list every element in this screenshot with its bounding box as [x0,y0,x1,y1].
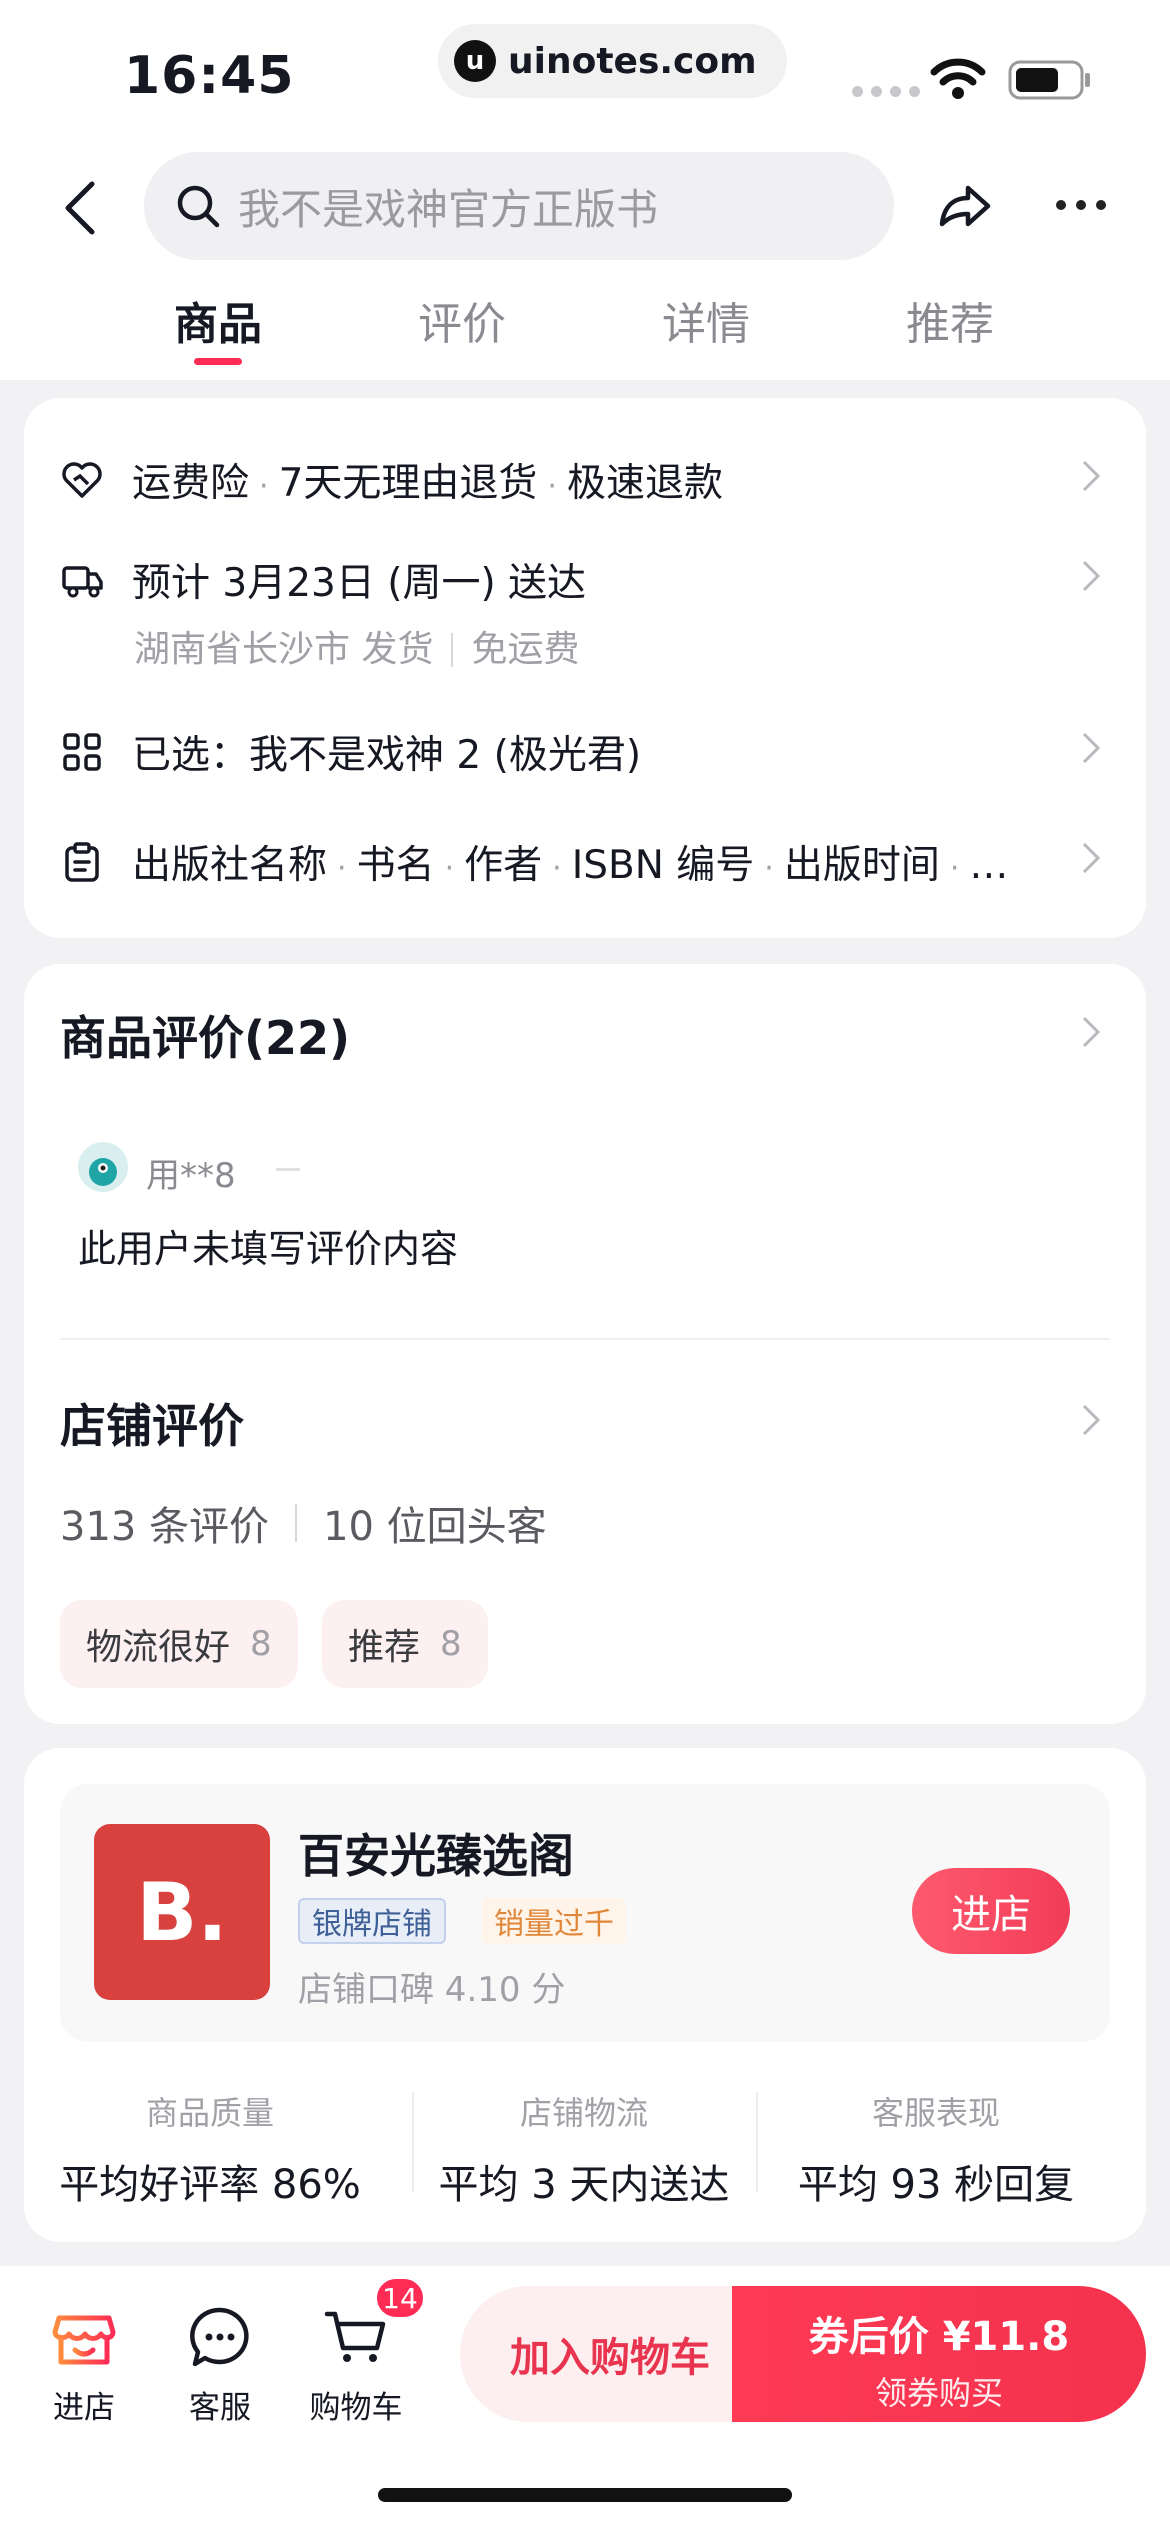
chevron-right-icon [1082,842,1101,874]
shield-heart-icon [62,462,102,498]
ship-info: 湖南省长沙市 发货 免运费 [134,620,579,672]
metric-value: 平均好评率 86% [59,2162,361,2208]
more-icon[interactable] [1056,200,1106,210]
url-text: uinotes.com [508,40,757,82]
param-author: 作者 [464,843,543,888]
guarantee-7day-return: 7天无理由退货 [278,461,538,506]
wifi-icon [930,58,986,99]
store-metric-logistics: 店铺物流 平均 3 天内送达 [414,2088,754,2210]
review-content: 此用户未填写评价内容 [78,1227,459,1271]
buy-now-button[interactable]: 券后价 ¥11.8 领券购买 [732,2286,1146,2422]
metric-value: 平均 3 天内送达 [438,2162,730,2208]
guarantee-row[interactable]: 运费险 · 7天无理由退货 · 极速退款 [60,452,1110,508]
reviews-card: 商品评价(22) 用**8 此用户未填写评价内容 店铺评价 313 条评价 10… [24,964,1146,1724]
add-to-cart-button[interactable]: 加入购物车 [460,2286,760,2422]
review-tag-count: 8 [440,1624,462,1664]
param-publisher: 出版社名称 [132,843,328,888]
param-pub-date: 出版时间 [783,843,940,888]
divider [756,2092,758,2192]
review-username: 用**8 [146,1156,236,1196]
store-rating: 店铺口碑 4.10 分 [298,1970,566,2010]
metric-value: 平均 93 秒回复 [797,2162,1075,2208]
params-row[interactable]: 出版社名称 · 书名 · 作者 · ISBN 编号 · 出版时间 ·… [60,834,1036,890]
review-tag-count: 8 [250,1624,272,1664]
store-header[interactable]: B. 百安光臻选阁 银牌店铺 销量过千 店铺口碑 4.10 分 进店 [60,1784,1110,2042]
delivery-row[interactable]: 预计 3月23日 (周一) 送达 [60,552,1110,608]
tab-product[interactable]: 商品 [148,288,288,352]
product-reviews-title[interactable]: 商品评价(22) [60,1002,350,1068]
coupon-price: 券后价 ¥11.8 [808,2314,1070,2360]
divider [60,1338,1110,1340]
chevron-right-icon [1082,732,1101,764]
chevron-right-icon[interactable] [1080,1402,1102,1438]
status-bar: 16:45 u uinotes.com [0,0,1170,140]
shop-nav-label: 进店 [53,2390,115,2426]
back-icon[interactable] [56,178,106,238]
param-title: 书名 [356,843,435,888]
shop-reviews-title[interactable]: 店铺评价 [60,1390,244,1456]
store-name: 百安光臻选阁 [298,1829,574,1883]
tab-reviews[interactable]: 评价 [392,288,532,352]
search-placeholder: 我不是戏神官方正版书 [238,184,659,234]
metric-label: 店铺物流 [519,2094,648,2132]
store-icon [52,2315,116,2365]
store-tier-badge: 银牌店铺 [298,1898,446,1944]
search-bar[interactable]: 我不是戏神官方正版书 [144,152,894,260]
review-rating-placeholder [276,1168,300,1171]
customer-service-label: 客服 [189,2390,251,2426]
customer-service-button[interactable]: 客服 [160,2302,280,2427]
metric-label: 商品质量 [145,2094,274,2132]
tab-bar: 商品 评价 详情 推荐 [0,288,1170,380]
share-icon[interactable] [934,176,994,236]
review-tag-label: 物流很好 [86,1627,231,1668]
cart-count-badge: 14 [374,2276,426,2320]
selected-variant: 已选：我不是戏神 2 (极光君) [132,733,642,778]
clipboard-icon [65,842,99,882]
store-card: B. 百安光臻选阁 银牌店铺 销量过千 店铺口碑 4.10 分 进店 商品质量 … [24,1748,1146,2242]
cart-nav-button[interactable]: 购物车 [296,2302,416,2427]
selected-variant-row[interactable]: 已选：我不是戏神 2 (极光君) [60,724,1110,780]
guarantee-freight-insurance: 运费险 [132,461,250,506]
enter-store-button[interactable]: 进店 [912,1868,1070,1954]
chevron-right-icon [1082,460,1101,492]
ship-from: 湖南省长沙市 发货 [134,629,434,670]
delivery-estimate: 预计 3月23日 (周一) 送达 [132,561,587,606]
repeat-customers: 10 位回头客 [323,1504,547,1550]
chevron-right-icon[interactable] [1080,1014,1102,1050]
buy-label: 领券购买 [874,2374,1003,2412]
battery-icon [1008,60,1090,100]
home-indicator[interactable] [378,2488,792,2502]
top-header: 我不是戏神官方正版书 商品 评价 详情 推荐 [0,140,1170,380]
guarantee-fast-refund: 极速退款 [566,461,723,506]
tab-indicator [194,358,242,365]
review-tag-label: 推荐 [348,1627,421,1668]
shop-review-stats: 313 条评价 10 位回头客 [60,1494,547,1552]
tab-details[interactable]: 详情 [636,288,776,352]
tab-recommend[interactable]: 推荐 [880,288,1020,352]
avatar [78,1142,128,1192]
store-sales-badge: 销量过千 [482,1898,626,1944]
review-tag[interactable]: 物流很好 8 [60,1600,298,1688]
shop-nav-button[interactable]: 进店 [24,2302,144,2427]
cart-nav-label: 购物车 [309,2390,403,2426]
metric-label: 客服表现 [871,2094,1000,2132]
chevron-right-icon [1082,560,1101,592]
store-metric-quality: 商品质量 平均好评率 86% [40,2088,380,2210]
status-time: 16:45 [124,46,295,106]
signal-icon [852,86,920,97]
store-metric-service: 客服表现 平均 93 秒回复 [766,2088,1106,2210]
review-tag[interactable]: 推荐 8 [322,1600,488,1688]
site-logo-icon: u [454,40,496,82]
param-isbn: ISBN 编号 [571,843,755,888]
store-logo: B. [94,1824,270,2000]
truck-icon [62,566,103,598]
shipping-fee: 免运费 [471,629,580,670]
chat-icon [190,2307,249,2367]
shop-review-count: 313 条评价 [60,1504,270,1550]
url-pill[interactable]: u uinotes.com [438,24,787,98]
search-icon [177,185,220,228]
service-card: 运费险 · 7天无理由退货 · 极速退款 预计 3月23日 (周一) 送达 湖南省长沙市… [24,398,1146,938]
param-more: … [969,843,1009,888]
grid-icon [63,733,101,771]
